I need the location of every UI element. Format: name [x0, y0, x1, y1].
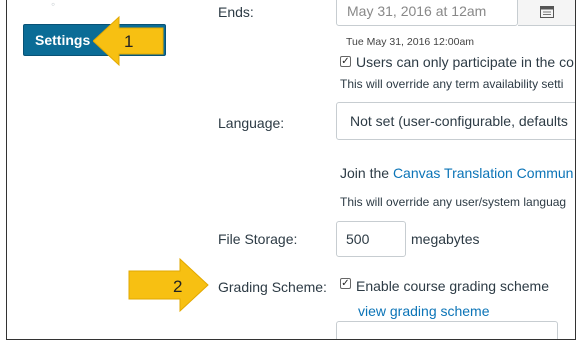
ends-date-input[interactable]: May 31, 2016 at 12am [336, 0, 518, 26]
participate-checkbox[interactable]: ✓ [340, 56, 351, 67]
ends-date-value: May 31, 2016 at 12am [347, 3, 487, 19]
file-storage-input[interactable]: 500 [336, 221, 406, 257]
grading-scheme-checkbox-label: Enable course grading scheme [356, 278, 550, 294]
translation-community-link[interactable]: Canvas Translation Commun [393, 165, 574, 181]
participate-label: Users can only participate in the co [356, 54, 574, 70]
term-override-note: This will override any term availability… [340, 77, 564, 91]
file-storage-unit: megabytes [411, 231, 480, 247]
grading-scheme-checkbox[interactable]: ✓ [340, 278, 351, 289]
translation-join-text: Join the Canvas Translation Commun [340, 165, 573, 181]
course-settings-panel: ◦ Settings 1 Ends: May 31, 2016 at 12am … [6, 0, 576, 340]
calendar-icon [540, 6, 554, 18]
language-override-note: This will override any user/system langu… [340, 195, 567, 209]
marker-number-2: 2 [173, 277, 183, 296]
ends-date-text: Tue May 31, 2016 12:00am [346, 36, 475, 48]
file-storage-label: File Storage: [218, 231, 298, 247]
ends-label: Ends: [218, 4, 254, 20]
language-select[interactable]: Not set (user-configurable, defaults [336, 102, 575, 140]
language-selected-value: Not set (user-configurable, defaults [350, 113, 568, 129]
marker-number-1: 1 [124, 32, 134, 51]
arrow-right-icon [128, 257, 209, 313]
language-label: Language: [218, 115, 285, 131]
file-storage-value: 500 [346, 231, 370, 247]
calendar-button[interactable] [518, 0, 575, 26]
grading-scheme-select[interactable] [336, 321, 558, 339]
checkmark-icon: ✓ [341, 56, 350, 67]
view-grading-scheme-link[interactable]: view grading scheme [358, 303, 490, 319]
join-prefix: Join the [340, 165, 393, 181]
sidebar-partial-item: ◦ [51, 0, 56, 11]
grading-scheme-label: Grading Scheme: [218, 279, 327, 295]
settings-nav-label: Settings [35, 32, 91, 48]
checkmark-icon: ✓ [341, 278, 350, 289]
